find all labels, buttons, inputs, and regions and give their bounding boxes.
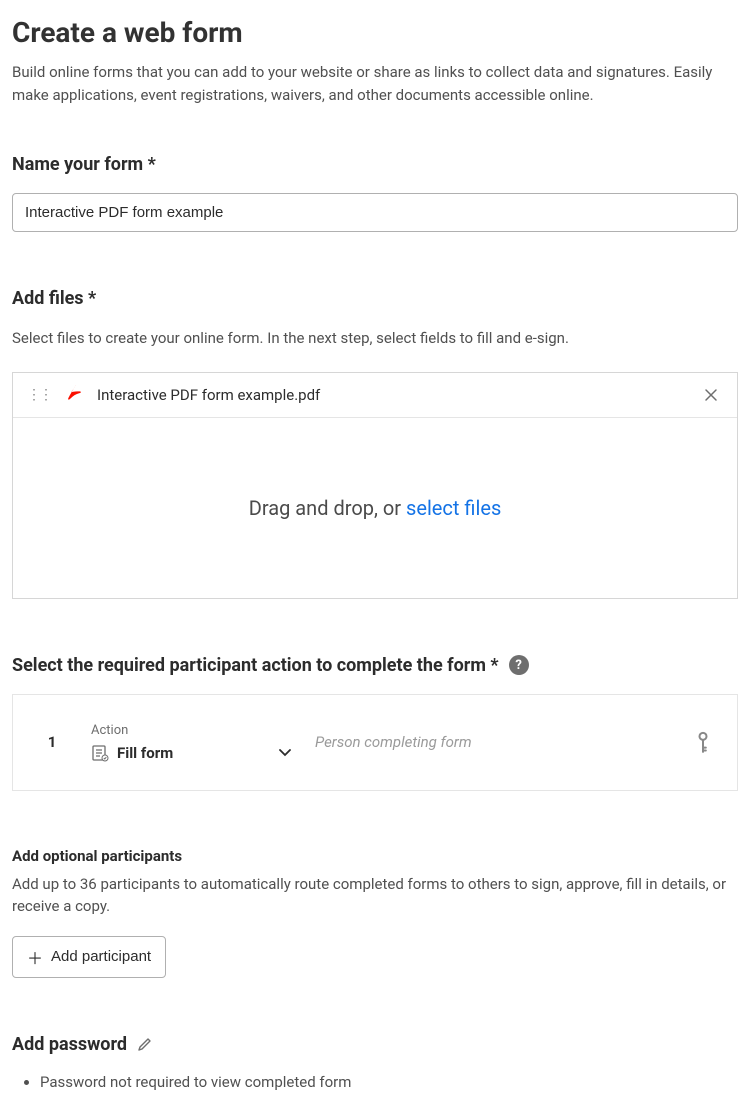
add-participant-button[interactable]: ＋ Add participant <box>12 936 166 978</box>
edit-password-button[interactable] <box>137 1036 153 1052</box>
close-icon <box>703 387 719 403</box>
file-row: ⋮⋮ Interactive PDF form example.pdf <box>13 373 737 418</box>
file-dropzone[interactable]: Drag and drop, or select files <box>13 418 737 598</box>
chevron-down-icon <box>279 749 291 757</box>
action-label: Action <box>91 723 291 738</box>
add-password-heading: Add password <box>12 1034 127 1055</box>
password-info-item: Password not required to view completed … <box>40 1073 738 1091</box>
drag-handle-icon[interactable]: ⋮⋮ <box>27 387 51 403</box>
password-info-list: Password not required to view completed … <box>12 1073 738 1091</box>
remove-file-button[interactable] <box>699 383 723 407</box>
files-container: ⋮⋮ Interactive PDF form example.pdf Drag… <box>12 372 738 599</box>
plus-icon: ＋ <box>27 945 43 969</box>
participant-action-heading: Select the required participant action t… <box>12 655 499 676</box>
participant-index: 1 <box>37 733 67 751</box>
file-name: Interactive PDF form example.pdf <box>97 386 687 404</box>
person-completing-placeholder[interactable]: Person completing form <box>315 733 669 751</box>
page-title: Create a web form <box>12 16 738 49</box>
pencil-icon <box>137 1036 153 1052</box>
form-name-input[interactable] <box>12 193 738 232</box>
add-files-subtext: Select files to create your online form.… <box>12 327 738 350</box>
action-value: Fill form <box>117 744 173 762</box>
optional-participants-subtext: Add up to 36 participants to automatical… <box>12 873 738 918</box>
add-participant-label: Add participant <box>51 948 151 965</box>
help-icon[interactable]: ? <box>509 655 529 675</box>
fill-form-icon <box>91 744 109 762</box>
participant-row: 1 Action Fill form Person completing for… <box>12 694 738 791</box>
optional-participants-heading: Add optional participants <box>12 847 738 865</box>
name-form-heading: Name your form * <box>12 154 738 175</box>
action-dropdown[interactable]: Fill form <box>91 744 291 762</box>
key-icon[interactable] <box>689 728 717 756</box>
page-subtitle: Build online forms that you can add to y… <box>12 61 738 106</box>
dropzone-prefix: Drag and drop, or <box>249 496 406 520</box>
add-files-heading: Add files * <box>12 288 738 309</box>
select-files-link[interactable]: select files <box>406 496 501 520</box>
pdf-icon <box>63 384 85 406</box>
